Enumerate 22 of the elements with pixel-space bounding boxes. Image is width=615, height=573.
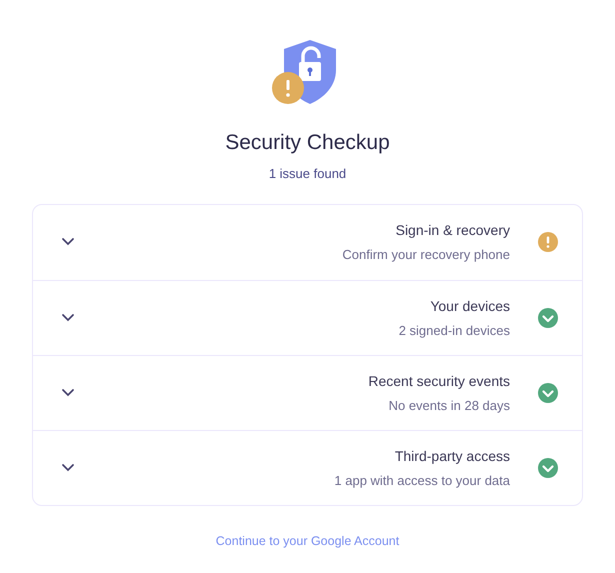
issue-count: 1 issue found [268,165,346,184]
row-detail: Confirm your recovery phone [342,246,510,264]
checkup-row[interactable]: Sign-in & recovery Confirm your recovery phone [33,204,582,280]
checkup-row[interactable]: Third-party access 1 app with access to your data [33,430,582,505]
check-icon [538,458,558,478]
chevron-icon[interactable] [61,388,75,398]
row-title: Third-party access [394,446,510,466]
row-title: Sign-in & recovery [396,221,510,240]
row-detail: 2 signed-in devices [398,322,510,340]
check-icon [538,382,558,403]
page-title: Security Checkup [225,130,390,156]
checkup-row[interactable]: Your devices 2 signed-in devices [33,280,582,355]
row-title: Recent security events [368,372,510,391]
row-title: Your devices [430,296,510,316]
chevron-icon[interactable] [61,312,75,323]
warning-icon [538,232,558,252]
check-icon [538,308,558,328]
chevron-icon[interactable] [61,237,75,248]
checkup-row[interactable]: Recent security events No events in 28 days [33,354,582,430]
row-detail: 1 app with access to your data [334,472,510,490]
chevron-icon[interactable] [61,462,75,473]
row-detail: No events in 28 days [388,396,510,415]
